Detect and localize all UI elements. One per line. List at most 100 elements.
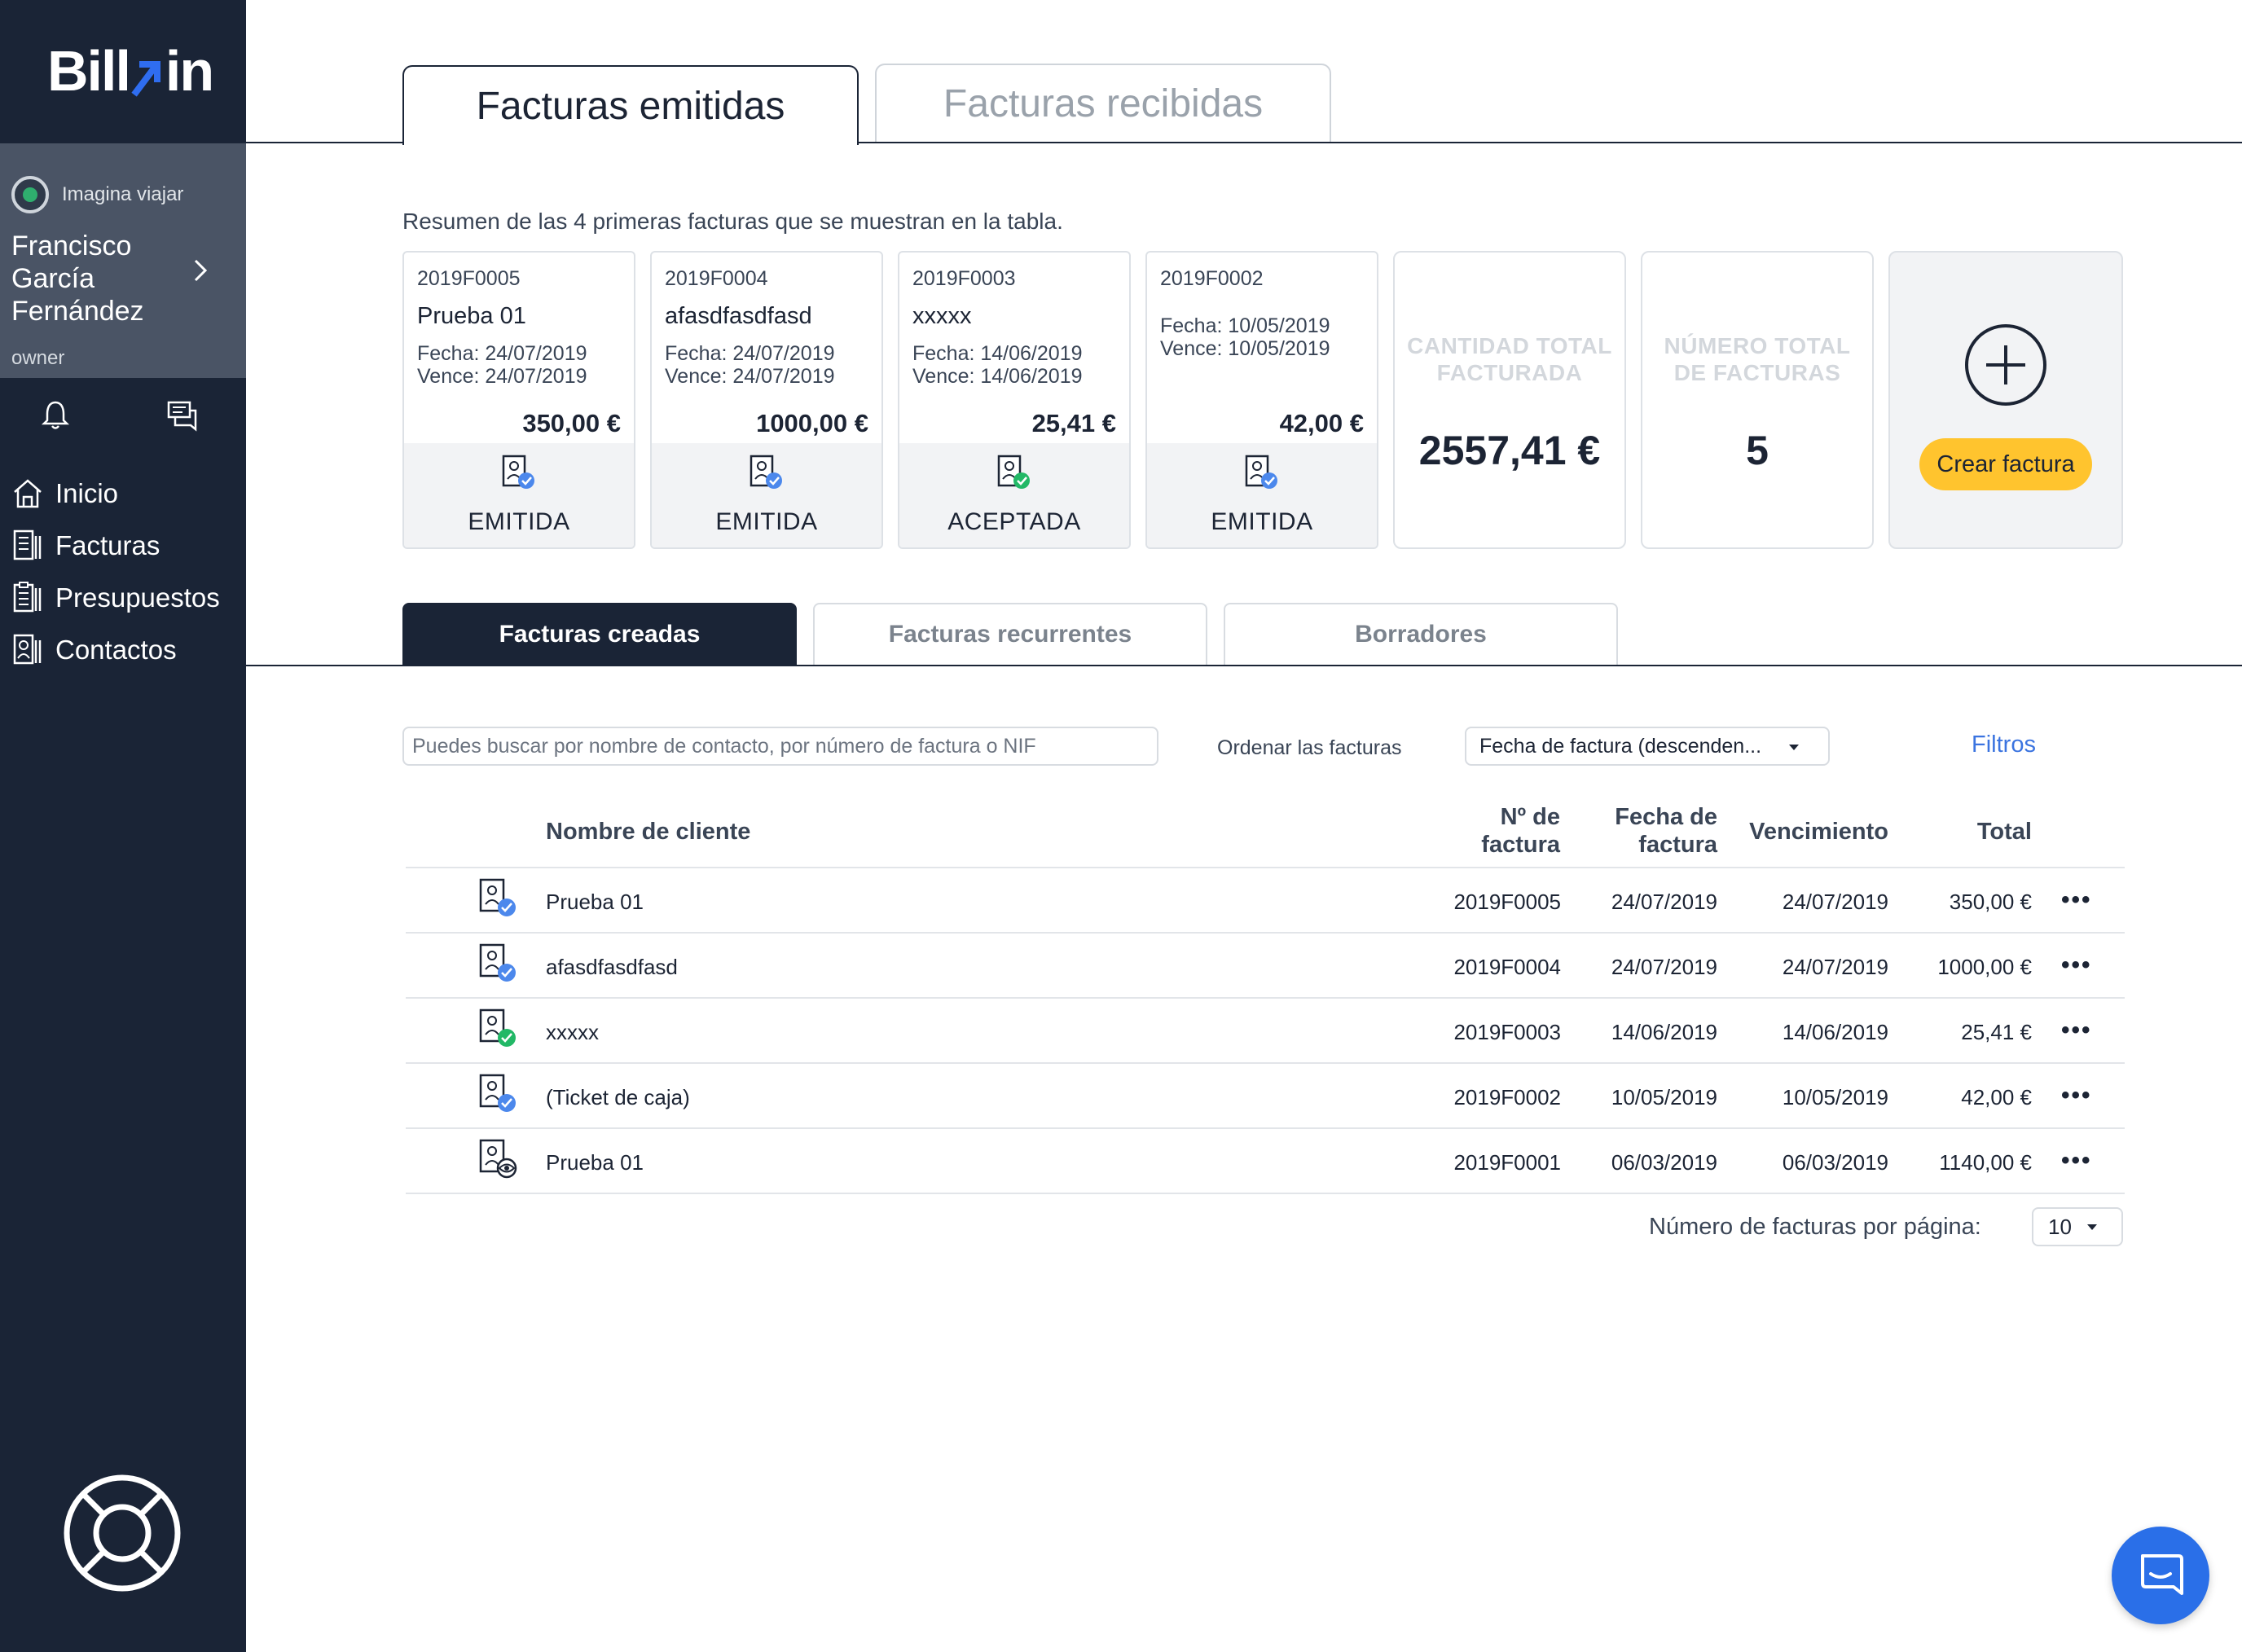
card-status: EMITIDA <box>1211 508 1313 535</box>
contacts-icon <box>13 634 42 665</box>
table-bottom-divider <box>406 1193 2125 1194</box>
invoice-count-label: NÚMERO TOTAL DE FACTURAS <box>1664 333 1851 385</box>
page-size-label: Número de facturas por página: <box>1649 1214 1981 1240</box>
chevron-right-icon[interactable] <box>189 259 212 282</box>
invoice-count-card: NÚMERO TOTAL DE FACTURAS 5 <box>1641 251 1874 549</box>
page-size-dropdown[interactable]: 10 <box>2032 1207 2123 1246</box>
invoice-emitted-icon <box>750 455 782 489</box>
tab-facturas-creadas[interactable]: Facturas creadas <box>402 603 797 666</box>
tab-borradores[interactable]: Borradores <box>1224 603 1618 665</box>
tab-facturas-recurrentes[interactable]: Facturas recurrentes <box>813 603 1207 665</box>
column-header-client[interactable]: Nombre de cliente <box>546 818 750 846</box>
logo-text-right: in <box>165 39 214 103</box>
card-fecha: Fecha: 24/07/2019 <box>665 342 835 365</box>
table-row[interactable]: Prueba 01 2019F0001 06/03/2019 06/03/201… <box>406 1127 2125 1193</box>
card-invoice-number: 2019F0003 <box>912 267 1016 290</box>
column-header-due[interactable]: Vencimiento <box>1735 818 1888 846</box>
create-invoice-card[interactable]: Crear factura <box>1888 251 2123 549</box>
invoice-card[interactable]: 2019F0003 xxxxx Fecha: 14/06/2019 Vence:… <box>898 251 1131 549</box>
row-date: 24/07/2019 <box>1611 955 1717 979</box>
row-number: 2019F0004 <box>1453 955 1561 979</box>
card-fecha: Fecha: 10/05/2019 <box>1160 314 1330 337</box>
column-header-total[interactable]: Total <box>1898 818 2032 846</box>
card-amount: 1000,00 € <box>756 409 868 437</box>
row-more-actions-icon[interactable]: ••• <box>2061 886 2092 914</box>
tab-facturas-emitidas[interactable]: Facturas emitidas <box>402 65 859 145</box>
logo-arrow-icon <box>131 46 164 97</box>
row-client: Prueba 01 <box>546 890 644 914</box>
card-status-footer: EMITIDA <box>1147 443 1377 547</box>
table-row[interactable]: Prueba 01 2019F0005 24/07/2019 24/07/201… <box>406 867 2125 932</box>
card-vence: Vence: 24/07/2019 <box>665 365 835 388</box>
row-more-actions-icon[interactable]: ••• <box>2061 1082 2092 1109</box>
support-chat-button[interactable] <box>2112 1527 2209 1624</box>
caret-down-icon <box>2087 1224 2097 1230</box>
nav-label-facturas: Facturas <box>55 530 160 560</box>
table-row[interactable]: (Ticket de caja) 2019F0002 10/05/2019 10… <box>406 1062 2125 1127</box>
invoice-emitted-icon <box>502 455 534 489</box>
tab-facturas-recibidas[interactable]: Facturas recibidas <box>875 64 1331 142</box>
total-invoiced-value: 2557,41 € <box>1418 428 1601 473</box>
messages-icon[interactable] <box>166 399 199 432</box>
row-more-actions-icon[interactable]: ••• <box>2061 1017 2092 1044</box>
help-lifebuoy-icon[interactable] <box>62 1473 182 1593</box>
row-number: 2019F0002 <box>1453 1085 1561 1109</box>
row-more-actions-icon[interactable]: ••• <box>2061 1147 2092 1175</box>
row-date: 14/06/2019 <box>1611 1020 1717 1044</box>
card-dates: Fecha: 10/05/2019 Vence: 10/05/2019 <box>1160 314 1330 360</box>
card-vence: Vence: 24/07/2019 <box>417 365 587 388</box>
card-dates: Fecha: 24/07/2019 Vence: 24/07/2019 <box>665 342 835 388</box>
company-name: Imagina viajar <box>62 183 184 205</box>
row-due: 14/06/2019 <box>1782 1020 1888 1044</box>
row-more-actions-icon[interactable]: ••• <box>2061 951 2092 979</box>
nav-item-facturas[interactable]: Facturas <box>0 520 246 572</box>
row-total: 1000,00 € <box>1937 955 2032 979</box>
card-status-footer: EMITIDA <box>652 443 881 547</box>
invoice-accepted-icon <box>997 455 1030 489</box>
column-header-number[interactable]: Nº de factura <box>1450 803 1560 859</box>
card-invoice-number: 2019F0002 <box>1160 267 1264 290</box>
invoice-emitted-icon <box>479 943 516 982</box>
row-date: 10/05/2019 <box>1611 1085 1717 1109</box>
nav-item-presupuestos[interactable]: Presupuestos <box>0 572 246 624</box>
create-invoice-button[interactable]: Crear factura <box>1919 438 2092 490</box>
row-number: 2019F0005 <box>1453 890 1561 914</box>
billin-logo[interactable]: Bill in <box>47 39 214 103</box>
main-nav: Inicio Facturas Presupuestos Contactos <box>0 468 246 676</box>
invoice-card[interactable]: 2019F0002 Fecha: 10/05/2019 Vence: 10/05… <box>1145 251 1378 549</box>
invoice-card[interactable]: 2019F0004 afasdfasdfasd Fecha: 24/07/201… <box>650 251 883 549</box>
nav-item-inicio[interactable]: Inicio <box>0 468 246 520</box>
plus-icon[interactable] <box>1965 324 2046 406</box>
card-invoice-number: 2019F0005 <box>417 267 521 290</box>
sort-label: Ordenar las facturas <box>1217 736 1402 759</box>
row-number: 2019F0003 <box>1453 1020 1561 1044</box>
filters-link[interactable]: Filtros <box>1972 732 2036 758</box>
card-status-footer: ACEPTADA <box>899 443 1129 547</box>
card-client: Prueba 01 <box>417 303 526 329</box>
row-total: 1140,00 € <box>1939 1150 2032 1175</box>
search-input[interactable] <box>402 727 1158 766</box>
chat-icon <box>2141 1554 2183 1595</box>
table-row[interactable]: xxxxx 2019F0003 14/06/2019 14/06/2019 25… <box>406 997 2125 1062</box>
table-row[interactable]: afasdfasdfasd 2019F0004 24/07/2019 24/07… <box>406 932 2125 997</box>
row-date: 06/03/2019 <box>1611 1150 1717 1175</box>
nav-label-presupuestos: Presupuestos <box>55 582 220 613</box>
invoice-card[interactable]: 2019F0005 Prueba 01 Fecha: 24/07/2019 Ve… <box>402 251 635 549</box>
invoice-icon <box>13 529 42 560</box>
row-due: 24/07/2019 <box>1782 955 1888 979</box>
company-selector[interactable]: Imagina viajar <box>11 176 183 213</box>
card-dates: Fecha: 24/07/2019 Vence: 24/07/2019 <box>417 342 587 388</box>
row-number: 2019F0001 <box>1453 1150 1561 1175</box>
row-due: 06/03/2019 <box>1782 1150 1888 1175</box>
total-invoiced-card: CANTIDAD TOTAL FACTURADA 2557,41 € <box>1393 251 1626 549</box>
sort-dropdown[interactable]: Fecha de factura (descenden... <box>1465 727 1830 766</box>
row-total: 25,41 € <box>1961 1020 2032 1044</box>
card-amount: 350,00 € <box>522 409 621 437</box>
card-amount: 42,00 € <box>1279 409 1364 437</box>
column-header-date[interactable]: Fecha de factura <box>1589 803 1717 859</box>
bell-icon[interactable] <box>41 399 70 432</box>
nav-item-contactos[interactable]: Contactos <box>0 624 246 676</box>
card-status: EMITIDA <box>715 508 818 535</box>
user-profile-panel[interactable]: Imagina viajar Francisco García Fernánde… <box>0 143 246 378</box>
column-header-number-line1: Nº de <box>1500 804 1560 830</box>
